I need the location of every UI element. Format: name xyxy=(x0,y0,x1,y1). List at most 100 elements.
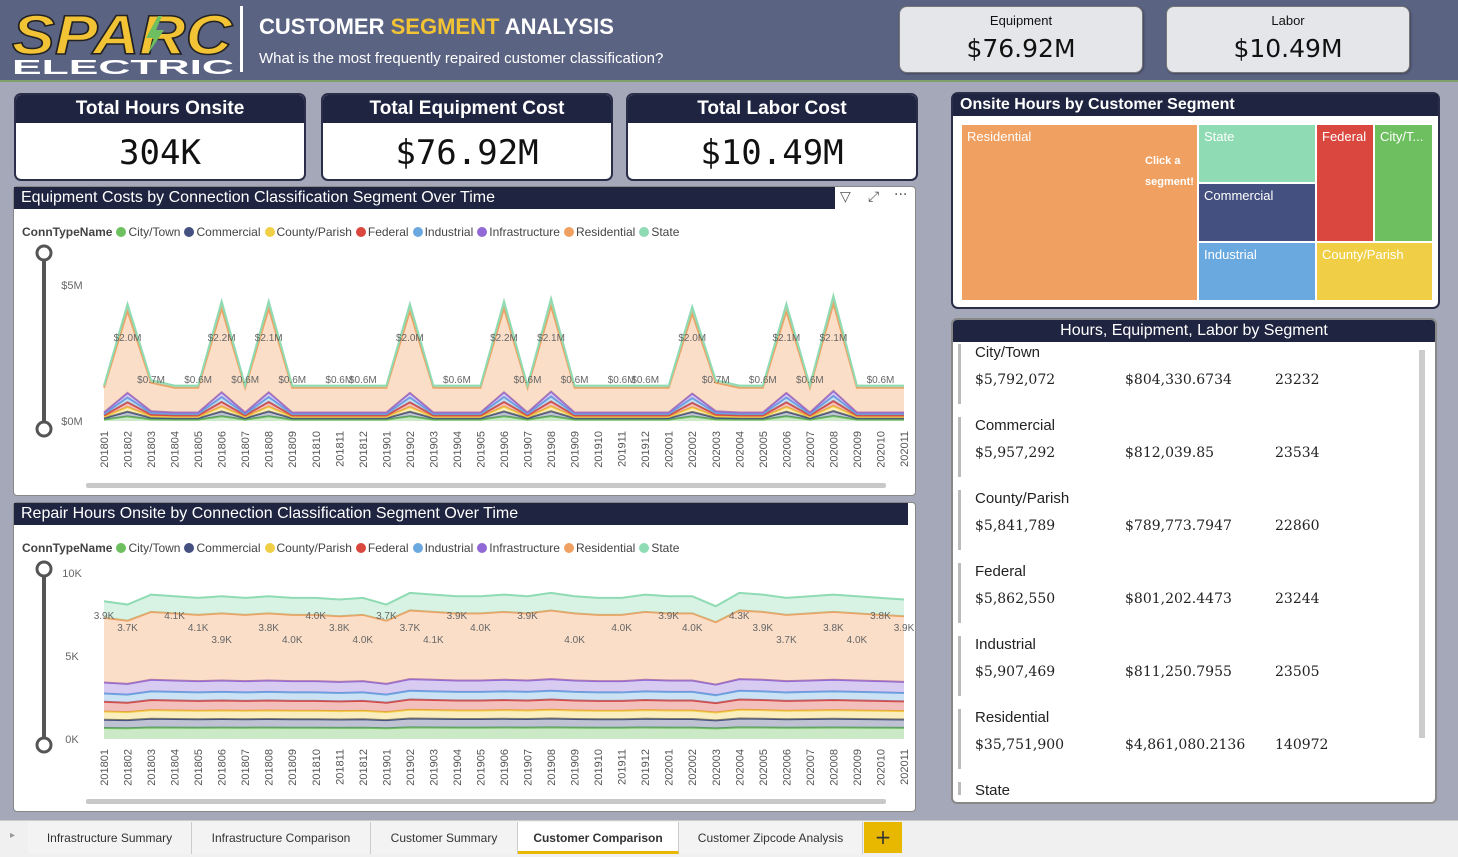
legend-item[interactable]: County/Parish xyxy=(277,225,352,239)
legend-dot xyxy=(184,227,195,237)
treemap-panel[interactable]: Onsite Hours by Customer Segment Residen… xyxy=(951,92,1440,309)
kpi-total-equipment[interactable]: Total Equipment Cost $76.92M xyxy=(321,93,613,181)
focus-mode-icon[interactable]: ⤢ xyxy=(868,189,879,205)
table-row[interactable]: State xyxy=(958,782,1421,795)
treemap-label: Commercial xyxy=(1204,188,1274,203)
data-label: $0.7M xyxy=(137,375,165,386)
x-tick-label: 201812 xyxy=(358,749,370,786)
legend-item[interactable]: City/Town xyxy=(128,225,180,239)
data-label: 4.0K xyxy=(305,611,326,622)
legend-dot xyxy=(563,227,574,237)
area-band-citytown[interactable] xyxy=(104,727,904,739)
segment-labor: $789,773.7947 xyxy=(1125,518,1232,534)
equipment-cost-chart-panel[interactable]: Equipment Costs by Connection Classifica… xyxy=(13,186,916,496)
equipment-card-label: Equipment xyxy=(989,13,1053,28)
data-label: 4.0K xyxy=(847,635,868,646)
segment-equipment: $5,907,469 xyxy=(975,664,1056,680)
data-label: 3.9K xyxy=(517,611,538,622)
x-tick-label: 201803 xyxy=(146,749,158,786)
data-label: 3.7K xyxy=(400,623,421,634)
legend-item[interactable]: Commercial xyxy=(196,225,260,239)
table-row[interactable]: Commercial $5,957,292 $812,039.85 23534 xyxy=(958,417,1421,477)
legend-item[interactable]: Federal xyxy=(368,541,409,555)
legend-item[interactable]: Commercial xyxy=(196,541,260,555)
legend-item[interactable]: Infrastructure xyxy=(489,541,560,555)
legend-dot xyxy=(477,543,488,553)
tab-customer-comparison[interactable]: Customer Comparison xyxy=(518,822,679,854)
chart-legend: ConnTypeName City/Town Commercial County/Pa… xyxy=(22,541,679,555)
legend-item[interactable]: Industrial xyxy=(425,541,474,555)
table-row[interactable]: Residential $35,751,900 $4,861,080.2136 140… xyxy=(958,709,1421,769)
treemap-industrial[interactable]: Industrial xyxy=(1198,242,1316,301)
filter-icon[interactable]: ▽ xyxy=(840,189,851,205)
x-tick-label: 201808 xyxy=(264,749,276,786)
segment-name: City/Town xyxy=(975,344,1041,361)
x-tick-label: 202001 xyxy=(664,431,676,468)
y-tick-label: 10K xyxy=(62,568,82,580)
legend-item[interactable]: Residential xyxy=(576,541,635,555)
data-label: 3.9K xyxy=(94,611,115,622)
treemap-state[interactable]: State xyxy=(1198,124,1316,183)
segment-hours: 23505 xyxy=(1275,664,1320,680)
x-tick-label: 202003 xyxy=(711,749,723,786)
x-tick-label: 201912 xyxy=(640,749,652,786)
legend-item[interactable]: Federal xyxy=(368,225,409,239)
x-tick-label: 201912 xyxy=(640,431,652,468)
tab-customer-summary[interactable]: Customer Summary xyxy=(371,822,518,854)
chart-scrollbar[interactable] xyxy=(86,483,886,488)
legend-item[interactable]: City/Town xyxy=(128,541,180,555)
kpi-total-hours[interactable]: Total Hours Onsite 304K xyxy=(14,93,306,181)
legend-item[interactable]: Residential xyxy=(576,225,635,239)
segment-name: County/Parish xyxy=(975,490,1070,507)
treemap-federal[interactable]: Federal xyxy=(1316,124,1374,242)
x-tick-label: 202011 xyxy=(899,431,911,467)
table-row[interactable]: Federal $5,862,550 $801,202.4473 23244 xyxy=(958,563,1421,623)
legend-item[interactable]: State xyxy=(651,541,679,555)
tab-infrastructure-summary[interactable]: Infrastructure Summary xyxy=(28,822,192,854)
equipment-card[interactable]: Equipment $76.92M xyxy=(899,6,1143,73)
x-tick-label: 201907 xyxy=(523,749,535,786)
range-slider-handle[interactable] xyxy=(35,736,53,754)
legend-item[interactable]: Industrial xyxy=(425,225,474,239)
chart-title: Repair Hours Onsite by Connection Classi… xyxy=(14,503,908,525)
range-slider-handle[interactable] xyxy=(35,420,53,438)
treemap-city-town[interactable]: City/T... xyxy=(1374,124,1433,242)
treemap-county-parish[interactable]: County/Parish xyxy=(1316,242,1433,301)
x-tick-label: 201909 xyxy=(570,749,582,786)
area-band-residential[interactable] xyxy=(104,610,904,685)
more-options-icon[interactable]: ··· xyxy=(894,187,907,203)
segment-name: State xyxy=(975,782,1011,795)
legend-dot xyxy=(264,227,275,237)
legend-title: ConnTypeName xyxy=(22,541,113,555)
equipment-card-value: $76.92M xyxy=(966,34,1076,63)
add-page-button[interactable]: + xyxy=(864,822,902,853)
data-label: $2.2M xyxy=(490,333,518,344)
x-tick-label: 201807 xyxy=(240,431,252,468)
treemap-commercial[interactable]: Commercial xyxy=(1198,183,1316,242)
treemap-residential[interactable]: Residential Click a segment! xyxy=(961,124,1198,301)
kpi-label: Total Hours Onsite xyxy=(16,95,304,123)
chart-scrollbar[interactable] xyxy=(86,799,886,804)
range-slider-handle[interactable] xyxy=(35,560,53,578)
data-label: $0.6M xyxy=(278,375,306,386)
kpi-value: $10.49M xyxy=(700,133,844,173)
legend-item[interactable]: County/Parish xyxy=(277,541,352,555)
tab-scroll-left-icon[interactable]: ▸ xyxy=(10,830,15,841)
y-tick-label: 0K xyxy=(65,734,79,746)
table-row[interactable]: Industrial $5,907,469 $811,250.7955 23505 xyxy=(958,636,1421,696)
data-label: $0.6M xyxy=(796,375,824,386)
legend-item[interactable]: State xyxy=(651,225,679,239)
repair-hours-chart-panel[interactable]: Repair Hours Onsite by Connection Classi… xyxy=(13,502,916,812)
tab-customer-zipcode-analysis[interactable]: Customer Zipcode Analysis xyxy=(679,822,863,854)
x-tick-label: 202007 xyxy=(805,749,817,786)
legend-item[interactable]: Infrastructure xyxy=(489,225,560,239)
kpi-total-labor[interactable]: Total Labor Cost $10.49M xyxy=(626,93,918,181)
range-slider-handle[interactable] xyxy=(35,244,53,262)
segment-equipment: $5,792,072 xyxy=(975,372,1056,388)
kpi-value: 304K xyxy=(119,133,201,173)
labor-card[interactable]: Labor $10.49M xyxy=(1166,6,1410,73)
tab-infrastructure-comparison[interactable]: Infrastructure Comparison xyxy=(192,822,371,854)
table-row[interactable]: County/Parish $5,841,789 $789,773.7947 2286… xyxy=(958,490,1421,550)
table-row[interactable]: City/Town $5,792,072 $804,330.6734 23232 xyxy=(958,344,1421,404)
data-label: 3.8K xyxy=(329,623,350,634)
